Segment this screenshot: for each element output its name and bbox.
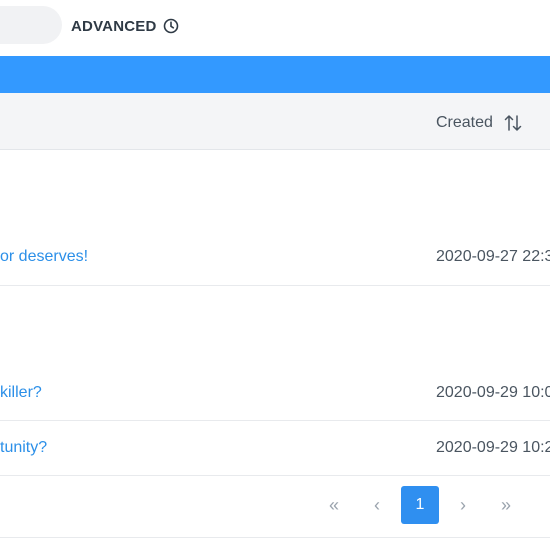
row-title-link[interactable]: tunity? [0, 439, 47, 457]
row-created-date: 2020-09-27 22:3 [436, 248, 550, 265]
accent-bar [0, 56, 550, 93]
sort-arrows-icon [504, 115, 522, 131]
column-label-created: Created [436, 114, 493, 131]
prev-page-button[interactable]: ‹ [358, 486, 396, 524]
pagination: « ‹ 1 › » [0, 486, 550, 524]
table-row: tunity? 2020-09-29 10:2 [0, 421, 550, 476]
table-row: killer? 2020-09-29 10:0 [0, 286, 550, 421]
table-row: or deserves! 2020-09-27 22:3 [0, 150, 550, 286]
chevron-left-icon: ‹ [374, 494, 380, 515]
row-created-date: 2020-09-29 10:0 [436, 384, 550, 401]
last-page-button[interactable]: » [487, 486, 525, 524]
row-title-link[interactable]: or deserves! [0, 248, 88, 266]
next-page-button[interactable]: › [444, 486, 482, 524]
divider [0, 537, 550, 538]
search-input[interactable] [0, 6, 62, 44]
chevron-right-icon: › [460, 494, 466, 515]
row-created-date: 2020-09-29 10:2 [436, 439, 550, 456]
advanced-label: ADVANCED [71, 17, 157, 35]
double-chevron-right-icon: » [500, 494, 511, 515]
double-chevron-left-icon: « [328, 494, 339, 515]
row-title-link[interactable]: killer? [0, 384, 42, 402]
column-header-created[interactable]: Created [436, 113, 523, 133]
first-page-button[interactable]: « [315, 486, 353, 524]
clock-icon [163, 18, 178, 34]
table-header: Created [0, 93, 550, 150]
page-number: 1 [415, 496, 425, 513]
advanced-search-toggle[interactable]: ADVANCED [71, 16, 179, 36]
page-button-current[interactable]: 1 [401, 486, 439, 524]
